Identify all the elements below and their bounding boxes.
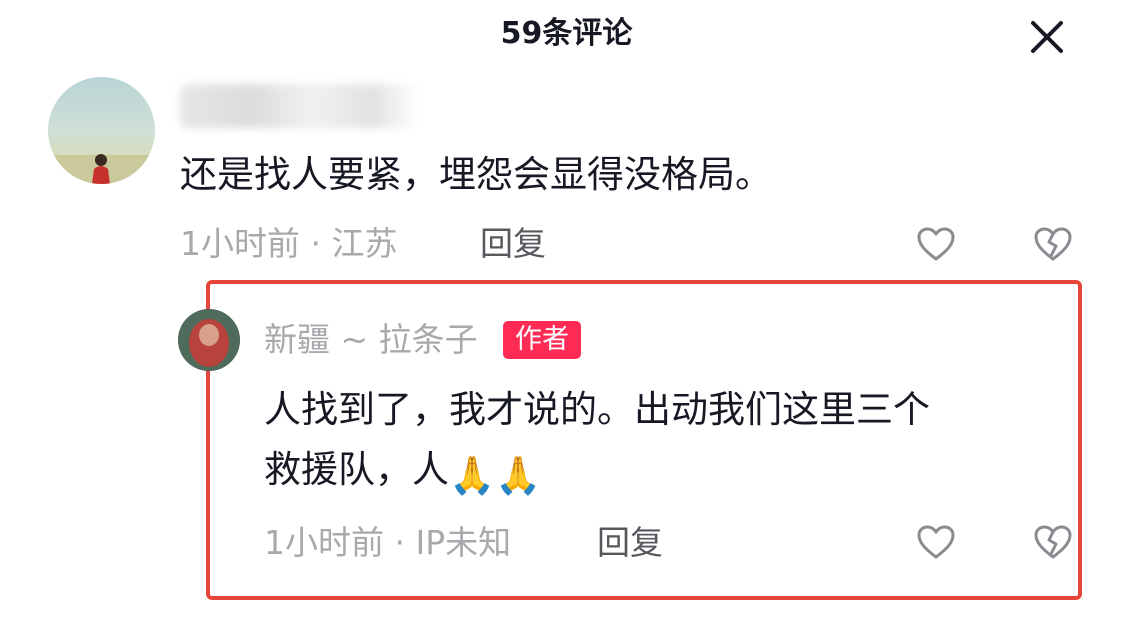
reply-text-line2-wrap: 救援队，人🙏🙏: [264, 440, 1064, 506]
author-avatar[interactable]: [178, 309, 240, 371]
comment-time-location: 1小时前 · 江苏: [180, 224, 398, 263]
comment-text: 还是找人要紧，埋怨会显得没格局。: [180, 153, 772, 196]
blurred-username: [180, 84, 420, 128]
author-badge: 作者: [503, 321, 581, 359]
like-button[interactable]: [914, 222, 958, 266]
avatar[interactable]: [48, 77, 155, 184]
reply-reply-button[interactable]: 回复: [597, 521, 663, 565]
praying-hands-emoji: 🙏🙏: [449, 454, 542, 497]
comments-header: 59条评论: [0, 0, 1133, 70]
page-title: 59条评论: [500, 16, 633, 51]
dislike-button[interactable]: [1031, 222, 1075, 266]
reply-text: 人找到了，我才说的。出动我们这里三个 救援队，人🙏🙏: [264, 380, 1064, 506]
heart-outline-icon[interactable]: [916, 226, 956, 262]
heart-outline-icon[interactable]: [916, 524, 956, 560]
close-icon[interactable]: [1030, 20, 1064, 54]
reply-button[interactable]: 回复: [480, 222, 546, 266]
author-avatar-image: [178, 309, 240, 371]
avatar-image: [48, 154, 155, 184]
broken-heart-icon[interactable]: [1033, 524, 1073, 560]
author-username[interactable]: 新疆 ~ 拉条子: [264, 318, 478, 362]
broken-heart-icon[interactable]: [1033, 226, 1073, 262]
reply-text-line2: 救援队，人: [264, 448, 449, 491]
close-button[interactable]: [1024, 14, 1070, 60]
reply-like-button[interactable]: [914, 520, 958, 564]
reply-dislike-button[interactable]: [1031, 520, 1075, 564]
reply-text-line1: 人找到了，我才说的。出动我们这里三个: [264, 388, 930, 431]
reply-time-location: 1小时前 · IP未知: [264, 523, 512, 562]
